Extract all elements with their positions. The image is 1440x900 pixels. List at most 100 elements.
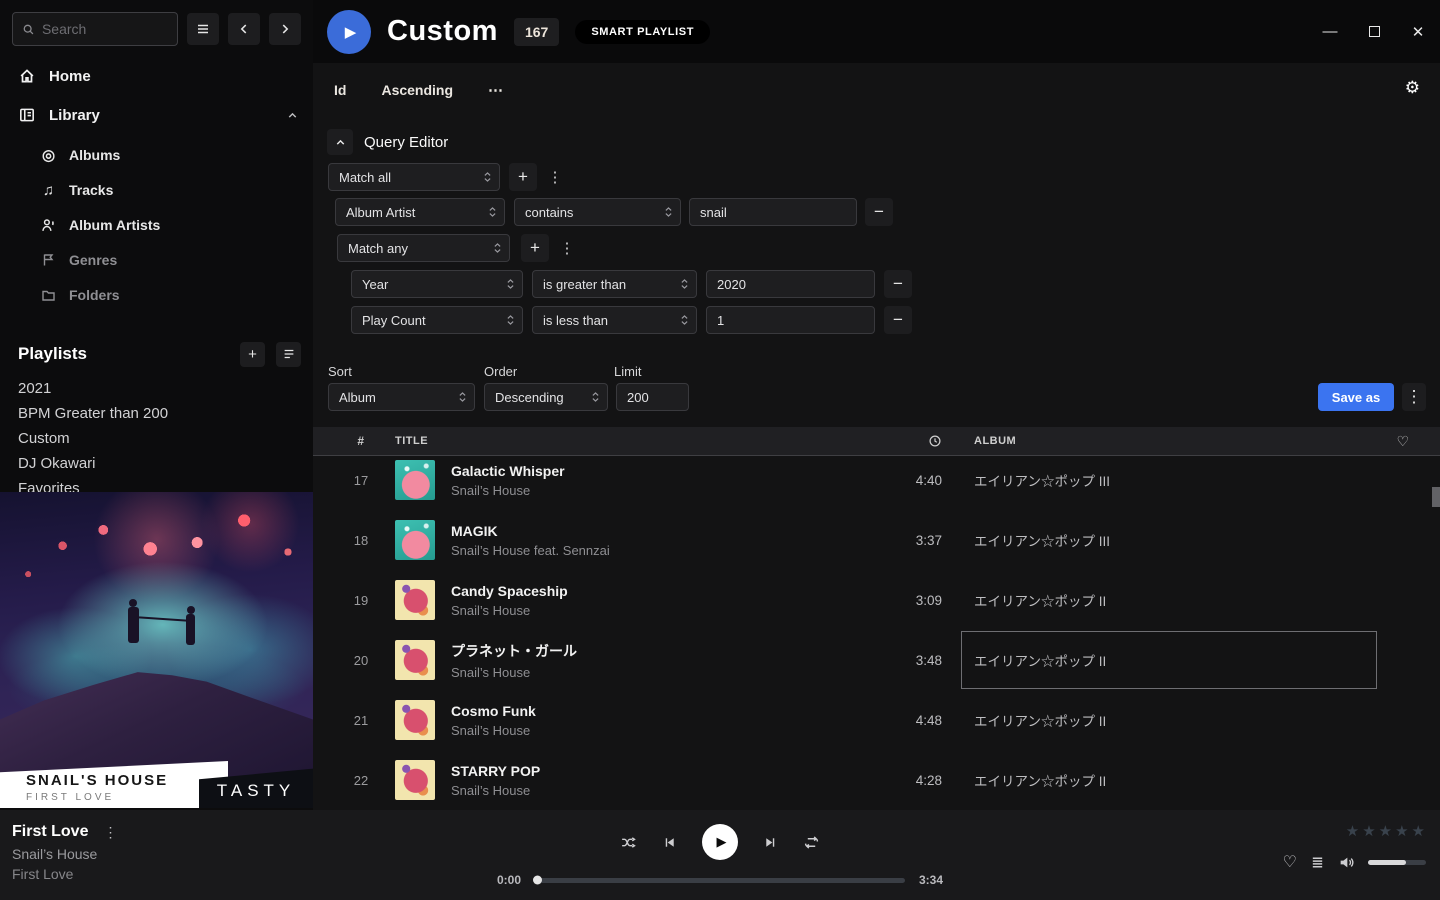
star-icon[interactable]: ★ — [1346, 822, 1359, 840]
sidebar-item-albums[interactable]: ◎ Albums — [0, 143, 313, 167]
search-input[interactable] — [42, 21, 168, 37]
rule-field-select[interactable]: Album Artist — [335, 198, 505, 226]
star-icon[interactable]: ★ — [1379, 822, 1392, 840]
track-row[interactable]: 18 MAGIK Snail’s House feat. Sennzai 3:3… — [313, 510, 1440, 570]
track-album-focused-cell[interactable]: エイリアン☆ポップ II — [974, 630, 1404, 690]
playlist-list-button[interactable] — [276, 342, 301, 367]
select-caret-icon — [664, 205, 673, 219]
queue-button[interactable] — [1310, 855, 1325, 870]
track-row[interactable]: 22 STARRY POP Snail’s House 4:28 エイリアン☆ポ… — [313, 750, 1440, 810]
remove-rule-button[interactable]: − — [884, 306, 912, 334]
track-album[interactable]: エイリアン☆ポップ III — [974, 456, 1404, 510]
window-minimize-button[interactable]: — — [1308, 0, 1352, 63]
star-icon[interactable]: ★ — [1412, 822, 1425, 840]
playlist-item[interactable]: BPM Greater than 200 — [0, 401, 313, 426]
more-options-button[interactable]: ⋯ — [488, 81, 504, 99]
playlist-item[interactable]: Custom — [0, 426, 313, 451]
window-maximize-button[interactable] — [1352, 0, 1396, 63]
now-playing-options-button[interactable]: ⋮ — [103, 824, 117, 841]
scrollbar-thumb[interactable] — [1432, 487, 1440, 507]
rule-value-input[interactable] — [706, 306, 875, 334]
add-playlist-button[interactable]: + — [240, 342, 265, 367]
column-header-index[interactable]: # — [341, 434, 381, 448]
chevron-up-icon — [334, 136, 347, 149]
track-row[interactable]: 17 Galactic Whisper Snail’s House 4:40 エ… — [313, 456, 1440, 510]
back-button[interactable] — [228, 13, 260, 45]
column-header-title[interactable]: TITLE — [395, 435, 428, 447]
sidebar-item-album-artists[interactable]: Album Artists — [0, 213, 313, 237]
library-list: ◎ Albums ♫ Tracks Album Artists Genres F… — [0, 143, 313, 307]
now-playing-artist: Snail’s House — [12, 846, 117, 862]
remove-rule-button[interactable]: − — [884, 270, 912, 298]
select-caret-icon — [506, 277, 515, 291]
elapsed-time: 0:00 — [497, 873, 521, 887]
add-rule-button-group1[interactable]: + — [509, 163, 537, 191]
rule-value-input[interactable] — [706, 270, 875, 298]
shuffle-button[interactable] — [620, 834, 637, 851]
repeat-button[interactable] — [803, 834, 820, 851]
remove-rule-button[interactable]: − — [865, 198, 893, 226]
save-options-button[interactable]: ⋮ — [1402, 383, 1426, 411]
sidebar-item-home[interactable]: Home — [0, 64, 313, 88]
window-close-button[interactable]: ✕ — [1396, 0, 1440, 63]
main-content: Id Ascending ⋯ ⚙ Query Editor Match all … — [313, 63, 1440, 810]
sidebar-item-genres[interactable]: Genres — [0, 248, 313, 272]
playlist-item[interactable]: DJ Okawari — [0, 451, 313, 476]
sidebar-item-library[interactable]: Library — [0, 103, 313, 127]
rule-field-select[interactable]: Play Count — [351, 306, 523, 334]
play-pause-button[interactable]: ▶ — [702, 824, 738, 860]
sidebar-item-label: Library — [49, 107, 100, 124]
query-editor-title: Query Editor — [364, 134, 448, 151]
playlists-title: Playlists — [18, 344, 229, 364]
save-as-button[interactable]: Save as — [1318, 383, 1394, 411]
rule-operator-select[interactable]: is less than — [532, 306, 697, 334]
artwork-figure-left — [128, 607, 139, 643]
seek-bar[interactable] — [535, 878, 905, 883]
track-artist: Snail’s House — [451, 665, 872, 680]
play-playlist-button[interactable]: ▶ — [327, 10, 371, 54]
rule-field-select[interactable]: Year — [351, 270, 523, 298]
add-rule-button-group2[interactable]: + — [521, 234, 549, 262]
search-box[interactable] — [12, 12, 178, 46]
sidebar-item-tracks[interactable]: ♫ Tracks — [0, 178, 313, 202]
rule-operator-select[interactable]: is greater than — [532, 270, 697, 298]
sort-direction-button[interactable]: Ascending — [381, 82, 453, 98]
playlist-item[interactable]: 2021 — [0, 376, 313, 401]
track-album[interactable]: エイリアン☆ポップ II — [974, 570, 1404, 630]
track-album[interactable]: エイリアン☆ポップ III — [974, 510, 1404, 570]
track-album[interactable]: エイリアン☆ポップ II — [974, 690, 1404, 750]
favorite-button[interactable]: ♡ — [1283, 852, 1297, 872]
order-select[interactable]: Descending — [484, 383, 608, 411]
match-type-select-group1[interactable]: Match all — [328, 163, 500, 191]
star-icon[interactable]: ★ — [1362, 822, 1375, 840]
column-header-favorite[interactable]: ♡ — [1396, 433, 1409, 450]
forward-button[interactable] — [269, 13, 301, 45]
track-row[interactable]: 19 Candy Spaceship Snail’s House 3:09 エイ… — [313, 570, 1440, 630]
column-header-duration[interactable] — [872, 434, 942, 448]
sort-field-button[interactable]: Id — [334, 82, 346, 98]
match-type-select-group2[interactable]: Match any — [337, 234, 510, 262]
star-icon[interactable]: ★ — [1395, 822, 1408, 840]
volume-slider[interactable] — [1368, 860, 1426, 865]
track-row[interactable]: 20 プラネット・ガール Snail’s House 3:48 エイリアン☆ポッ… — [313, 630, 1440, 690]
column-header-album[interactable]: ALBUM — [974, 435, 1404, 447]
rule-operator-select[interactable]: contains — [514, 198, 681, 226]
group1-options-button[interactable]: ⋮ — [546, 163, 564, 191]
previous-button[interactable] — [662, 835, 677, 850]
sidebar-item-folders[interactable]: Folders — [0, 283, 313, 307]
track-row[interactable]: 21 Cosmo Funk Snail’s House 4:48 エイリアン☆ポ… — [313, 690, 1440, 750]
sort-select[interactable]: Album — [328, 383, 475, 411]
limit-input[interactable] — [616, 383, 689, 411]
next-button[interactable] — [763, 835, 778, 850]
group2-options-button[interactable]: ⋮ — [558, 234, 576, 262]
settings-button[interactable]: ⚙ — [1405, 79, 1420, 96]
query-editor-collapse-button[interactable] — [327, 129, 353, 155]
track-title: プラネット・ガール — [451, 641, 872, 661]
seek-handle[interactable] — [533, 876, 542, 885]
menu-button[interactable] — [187, 13, 219, 45]
track-album[interactable]: エイリアン☆ポップ II — [974, 750, 1404, 810]
volume-button[interactable] — [1338, 854, 1355, 871]
select-caret-icon — [488, 205, 497, 219]
rule-value-input[interactable] — [689, 198, 857, 226]
select-caret-icon — [493, 241, 502, 255]
